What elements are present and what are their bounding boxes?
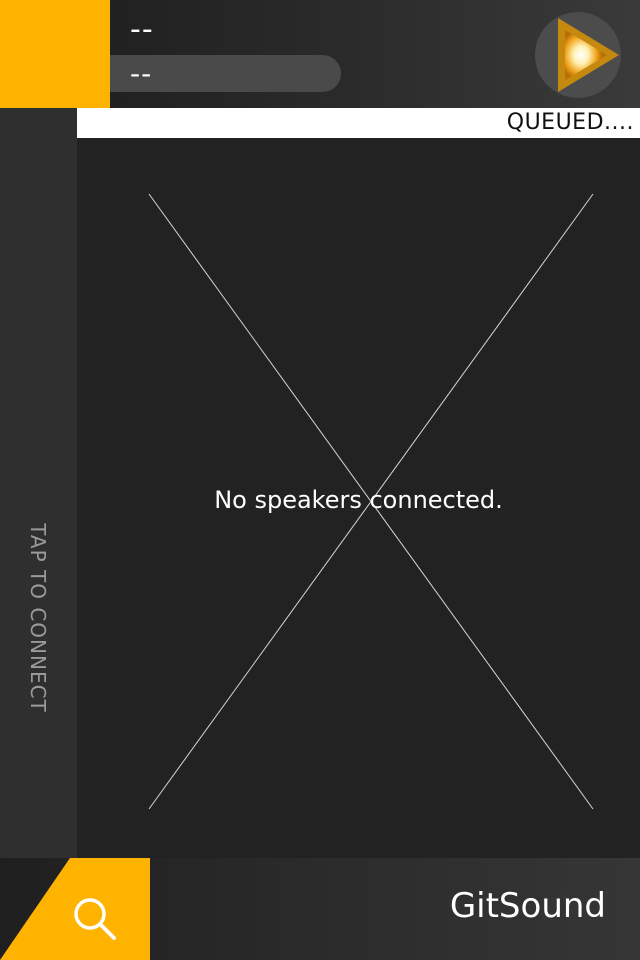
no-speakers-message: No speakers connected.	[214, 486, 503, 514]
queue-status-bar: QUEUED....	[55, 108, 640, 138]
app-brand: GitSound	[449, 886, 606, 926]
connect-sidebar[interactable]: TAP TO CONNECT	[0, 108, 77, 960]
now-playing-header: -- --	[0, 0, 640, 108]
search-icon[interactable]	[70, 894, 118, 942]
play-button[interactable]	[535, 12, 621, 98]
track-subtitle: --	[130, 57, 153, 90]
queue-status-label: QUEUED....	[506, 110, 634, 135]
album-art-placeholder	[0, 0, 110, 108]
track-title: --	[130, 12, 154, 47]
app-screen: -- -- QUEUED.... TAP TO CONNECT No speak…	[0, 0, 640, 960]
track-subtitle-pill: --	[110, 55, 341, 92]
play-icon	[558, 18, 619, 92]
tap-to-connect-label[interactable]: TAP TO CONNECT	[26, 523, 50, 713]
speaker-panel: No speakers connected.	[77, 138, 640, 858]
